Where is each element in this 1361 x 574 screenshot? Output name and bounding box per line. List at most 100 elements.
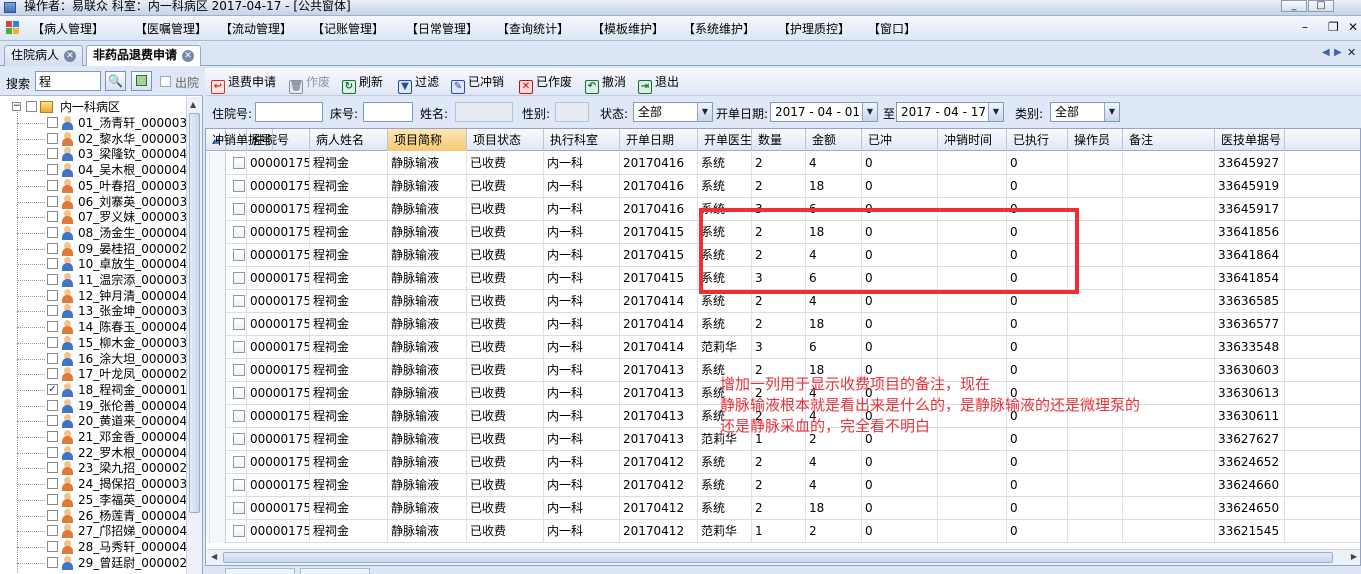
menu-daily-mgmt[interactable]: 【日常管理】 (406, 21, 478, 37)
void-button[interactable]: 🗑 作废 (289, 74, 330, 94)
table-row[interactable]: 00000175 程祠金 静脉输液 已收费 内一科 20170413 范莉华 1 2 0 0 3362… (206, 428, 1360, 451)
patient-node[interactable]: 11_温宗添_00000345 (17, 272, 186, 288)
grid-horizontal-scrollbar[interactable]: ◀ ▶ (207, 549, 1360, 565)
filter-button[interactable]: ▼ 过滤 (398, 74, 439, 94)
patient-node[interactable]: 05_叶春招_00000333 (17, 178, 186, 194)
patient-checkbox[interactable] (47, 525, 58, 537)
menu-template-maint[interactable]: 【模板维护】 (592, 21, 664, 37)
scroll-left-icon[interactable]: ◀ (211, 552, 217, 561)
patient-node[interactable]: 04_吴木根_00000418 (17, 162, 186, 178)
mdi-minimize-button[interactable]: – (1302, 20, 1308, 34)
refresh-button[interactable]: ↻ 刷新 (342, 74, 383, 94)
table-row[interactable]: 00000175 程祠金 静脉输液 已收费 内一科 20170413 系统 2 4 0 0 33630… (206, 405, 1360, 428)
table-row[interactable]: 00000175 程祠金 静脉输液 已收费 内一科 20170412 范莉华 1 2 0 0 3362… (206, 520, 1360, 543)
row-select-cell[interactable] (226, 451, 247, 474)
gender-input[interactable] (555, 102, 589, 122)
table-row[interactable]: 00000175 程祠金 静脉输液 已收费 内一科 20170414 系统 2 4 0 0 33636… (206, 290, 1360, 313)
row-checkbox[interactable] (233, 341, 245, 353)
tab-scroll-left-icon[interactable]: ◀ (1322, 47, 1330, 58)
patient-checkbox[interactable] (47, 399, 58, 411)
patient-node[interactable]: 27_邝招娣_00000423 (17, 523, 186, 539)
patient-checkbox[interactable] (47, 117, 58, 128)
row-checkbox[interactable] (233, 456, 245, 468)
patient-checkbox[interactable]: ✓ (47, 383, 58, 395)
undo-button[interactable]: ↶ 撤消 (585, 74, 626, 94)
patient-node[interactable]: 19_张伦善_00000411 (17, 398, 186, 414)
row-select-cell[interactable] (226, 520, 247, 543)
grid-column-header[interactable]: 医技单据号 (1215, 129, 1285, 151)
row-select-cell[interactable] (226, 336, 247, 359)
row-checkbox[interactable] (233, 502, 245, 514)
search-button[interactable]: 🔍 (105, 71, 126, 91)
patient-checkbox[interactable] (47, 509, 58, 521)
name-input[interactable] (455, 102, 513, 122)
scroll-up-icon[interactable]: ▲ (190, 100, 196, 109)
menu-billing-mgmt[interactable]: 【记账管理】 (312, 21, 384, 37)
date-to-picker[interactable]: 2017 - 04 - 17 ▼ (896, 102, 1004, 122)
patient-node[interactable]: 20_黄道来_00000456 (17, 413, 186, 429)
patient-checkbox[interactable] (47, 352, 58, 364)
tree-scrollbar[interactable]: ▲ (186, 97, 202, 574)
row-select-cell[interactable] (226, 221, 247, 244)
admission-no-input[interactable] (255, 102, 323, 122)
patient-node[interactable]: 13_张金坤_00000307 (17, 303, 186, 319)
tab-close-icon[interactable]: ✕ (1347, 46, 1356, 59)
grid-column-header[interactable]: 操作员 (1068, 129, 1123, 151)
patient-checkbox[interactable] (47, 211, 58, 223)
table-row[interactable]: 00000175 程祠金 静脉输液 已收费 内一科 20170414 范莉华 3 6 0 0 3363… (206, 336, 1360, 359)
row-checkbox[interactable] (233, 525, 245, 537)
patient-checkbox[interactable] (47, 242, 58, 254)
patient-checkbox[interactable] (47, 274, 58, 285)
table-row[interactable]: 00000175 程祠金 静脉输液 已收费 内一科 20170412 系统 2 4 0 0 33624… (206, 451, 1360, 474)
row-checkbox[interactable] (233, 249, 245, 261)
patient-node[interactable]: 23_梁九招_00000269 (17, 460, 186, 476)
date-from-picker[interactable]: 2017 - 04 - 01 ▼ (770, 102, 878, 122)
grid-column-header[interactable]: 已执行 (1007, 129, 1068, 151)
grid-column-header[interactable]: 项目状态 (467, 129, 544, 151)
mdi-close-button[interactable]: ✕ (1348, 20, 1358, 34)
ward-checkbox[interactable] (26, 101, 37, 112)
patient-checkbox[interactable] (47, 289, 58, 301)
table-row[interactable]: 00000175 程祠金 静脉输液 已收费 内一科 20170414 系统 2 18 0 0 3363… (206, 313, 1360, 336)
scroll-right-icon[interactable]: ▶ (1351, 552, 1357, 561)
menu-transfer-mgmt[interactable]: 【流动管理】 (220, 21, 292, 37)
table-row[interactable]: 00000175 程祠金 静脉输液 已收费 内一科 20170415 系统 2 18 0 0 3364… (206, 221, 1360, 244)
row-checkbox[interactable] (233, 387, 245, 399)
menu-query-stats[interactable]: 【查询统计】 (497, 21, 569, 37)
row-select-cell[interactable] (226, 313, 247, 336)
menu-window[interactable]: 【窗口】 (868, 21, 916, 37)
row-checkbox[interactable] (233, 157, 245, 169)
patient-checkbox[interactable] (47, 478, 58, 490)
patient-node[interactable]: 28_马秀轩_00000447 (17, 539, 186, 555)
patient-checkbox[interactable] (47, 540, 58, 552)
patient-node[interactable]: 22_罗木根_00000407 (17, 445, 186, 461)
category-select[interactable]: 全部 ▼ (1050, 102, 1120, 122)
patient-checkbox[interactable] (47, 462, 58, 474)
patient-node[interactable]: 29_曾廷尉_00000299 (17, 555, 186, 571)
grid-column-header[interactable]: 病人姓名 (310, 129, 388, 151)
patient-checkbox[interactable] (47, 415, 58, 427)
patient-node[interactable]: 09_晏桂招_00000219 (17, 241, 186, 257)
row-select-cell[interactable] (226, 359, 247, 382)
patient-node[interactable]: 07_罗义妹_00000380 (17, 209, 186, 225)
patient-checkbox[interactable] (47, 148, 58, 160)
grid-column-header[interactable]: 项目简称 (388, 129, 467, 151)
grid-column-header[interactable]: 执行科室 (544, 129, 620, 151)
grid-column-header[interactable]: 数量 (752, 129, 806, 151)
tab-nondrug-refund-request[interactable]: 非药品退费申请 ✕ (86, 45, 202, 67)
patient-node[interactable]: 17_叶龙凤_00000288 (17, 366, 186, 382)
scroll-thumb[interactable] (189, 113, 200, 513)
mdi-restore-button[interactable]: ❐ (1328, 20, 1339, 34)
table-row[interactable]: 00000175 程祠金 静脉输液 已收费 内一科 20170416 系统 2 18 0 0 3364… (206, 175, 1360, 198)
table-row[interactable]: 00000175 程祠金 静脉输液 已收费 内一科 20170412 系统 2 4 0 0 33624… (206, 474, 1360, 497)
patient-checkbox[interactable] (47, 336, 58, 348)
maximize-window-button[interactable]: □ (1308, 0, 1334, 12)
patient-node[interactable]: 24_揭保招_00000353 (17, 476, 186, 492)
grid-column-header[interactable]: 开单日期 (620, 129, 698, 151)
menu-nursing-qc[interactable]: 【护理质控】 (778, 21, 850, 37)
patient-node[interactable]: 06_刘寨英_00000395 (17, 194, 186, 210)
row-select-cell[interactable] (226, 267, 247, 290)
menu-patient-mgmt[interactable]: 【病人管理】 (32, 21, 104, 37)
patient-checkbox[interactable] (47, 431, 58, 442)
patient-checkbox[interactable] (47, 305, 58, 317)
